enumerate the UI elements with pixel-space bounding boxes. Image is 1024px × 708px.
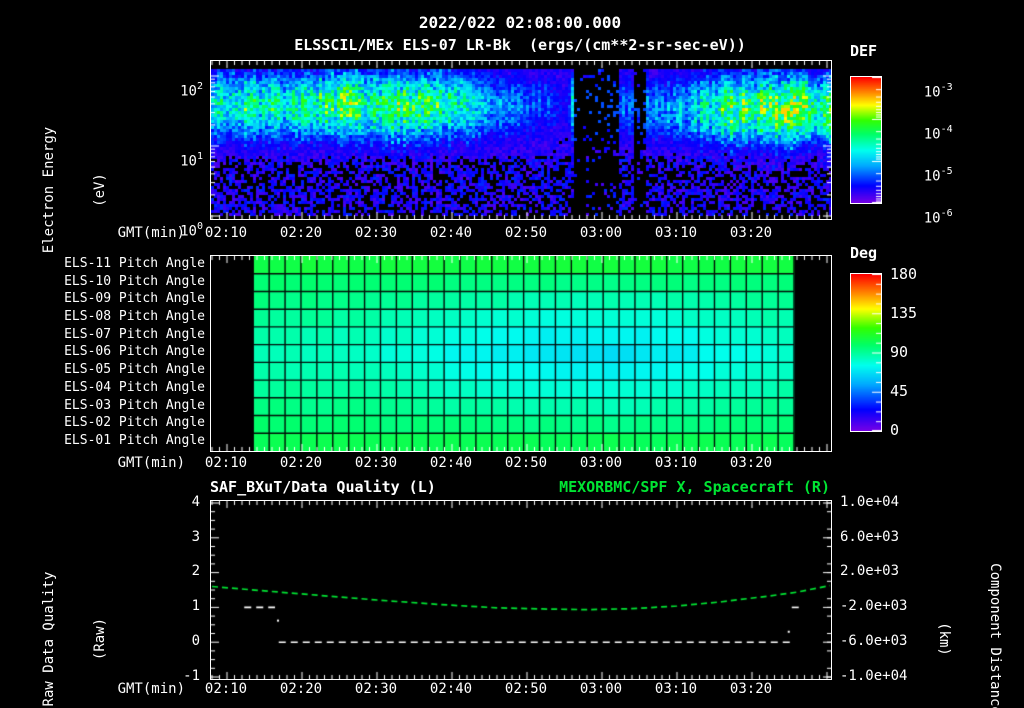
time-tick-label: 02:50: [504, 681, 548, 697]
energy-axis-label: Electron Energy (eV): [41, 126, 108, 254]
quality-tick: 0: [191, 633, 200, 649]
distance-tick: -6.0e+03: [840, 633, 908, 649]
gmt-axis-label: GMT(min): [117, 681, 185, 697]
time-tick-label: 03:00: [579, 225, 623, 241]
bottom-title-left: SAF_BXuT/Data Quality (L): [210, 478, 436, 496]
quality-tick: 2: [191, 563, 200, 579]
deg-tick-90: 90: [890, 343, 909, 361]
electron-energy-spectrogram: [210, 60, 832, 220]
gmt-axis-label: GMT(min): [117, 225, 185, 241]
time-tick-label: 02:10: [204, 681, 248, 697]
time-tick-label: 02:40: [429, 225, 473, 241]
energy-tick-10ev: 101: [180, 151, 203, 170]
time-tick-label: 02:40: [429, 455, 473, 471]
quality-distance-plot: [210, 500, 832, 680]
bottom-title-right: MEXORBMC/SPF X, Spacecraft (R): [559, 478, 830, 496]
time-tick-label: 02:30: [354, 681, 398, 697]
gmt-axis-label: GMT(min): [117, 455, 185, 471]
pitch-row-label: ELS-03 Pitch Angle: [64, 398, 205, 413]
time-tick-label: 03:10: [654, 455, 698, 471]
energy-tick-100ev: 102: [180, 81, 203, 100]
pitch-row-label: ELS-10 Pitch Angle: [64, 274, 205, 289]
time-tick-label: 02:30: [354, 225, 398, 241]
time-tick-label: 03:10: [654, 681, 698, 697]
time-tick-label: 02:50: [504, 225, 548, 241]
pitch-row-label: ELS-07 Pitch Angle: [64, 327, 205, 342]
time-tick-label: 03:20: [729, 225, 773, 241]
plot-subtitle: ELSSCIL/MEx ELS-07 LR-Bk (ergs/(cm**2-sr…: [294, 36, 746, 54]
time-tick-label: 03:00: [579, 455, 623, 471]
def-tick-1e-4: 10-4: [923, 124, 953, 143]
pitch-row-label: ELS-06 Pitch Angle: [64, 344, 205, 359]
time-tick-label: 03:20: [729, 681, 773, 697]
pitch-row-label: ELS-08 Pitch Angle: [64, 309, 205, 324]
pitch-row-label: ELS-05 Pitch Angle: [64, 362, 205, 377]
quality-tick: 1: [191, 598, 200, 614]
distance-tick: 1.0e+04: [840, 494, 900, 510]
time-tick-label: 02:10: [204, 225, 248, 241]
distance-tick: -2.0e+03: [840, 598, 908, 614]
time-tick-label: 02:10: [204, 455, 248, 471]
time-tick-label: 02:30: [354, 455, 398, 471]
time-tick-label: 03:00: [579, 681, 623, 697]
def-colorbar-title: DEF: [850, 42, 878, 60]
deg-tick-135: 135: [890, 304, 918, 322]
plot-screen: 2022/022 02:08:00.000 ELSSCIL/MEx ELS-07…: [0, 0, 1024, 708]
def-tick-1e-6: 10-6: [923, 208, 953, 227]
pitch-angle-grid: [210, 255, 832, 452]
def-tick-1e-3: 10-3: [923, 82, 953, 101]
distance-tick: 6.0e+03: [840, 529, 900, 545]
page-title: 2022/022 02:08:00.000: [418, 13, 622, 32]
time-tick-label: 03:10: [654, 225, 698, 241]
time-tick-label: 02:20: [279, 225, 323, 241]
def-tick-1e-5: 10-5: [923, 166, 953, 185]
time-tick-label: 02:50: [504, 455, 548, 471]
pitch-row-label: ELS-04 Pitch Angle: [64, 380, 205, 395]
deg-tick-45: 45: [890, 382, 909, 400]
time-tick-label: 03:20: [729, 455, 773, 471]
pitch-row-label: ELS-02 Pitch Angle: [64, 415, 205, 430]
def-colorbar: [850, 76, 882, 204]
time-tick-label: 02:40: [429, 681, 473, 697]
quality-tick: 4: [191, 494, 200, 510]
distance-axis-label: Component Distance (km): [936, 563, 1003, 708]
distance-tick: 2.0e+03: [840, 563, 900, 579]
deg-tick-180: 180: [890, 265, 918, 283]
pitch-row-label: ELS-09 Pitch Angle: [64, 291, 205, 306]
deg-colorbar-title: Deg: [850, 244, 878, 262]
deg-tick-0: 0: [890, 421, 900, 439]
distance-tick: -1.0e+04: [840, 668, 908, 684]
time-tick-label: 02:20: [279, 681, 323, 697]
pitch-row-label: ELS-11 Pitch Angle: [64, 256, 205, 271]
quality-tick: 3: [191, 529, 200, 545]
deg-colorbar: [850, 273, 882, 432]
time-tick-label: 02:20: [279, 455, 323, 471]
pitch-row-label: ELS-01 Pitch Angle: [64, 433, 205, 448]
